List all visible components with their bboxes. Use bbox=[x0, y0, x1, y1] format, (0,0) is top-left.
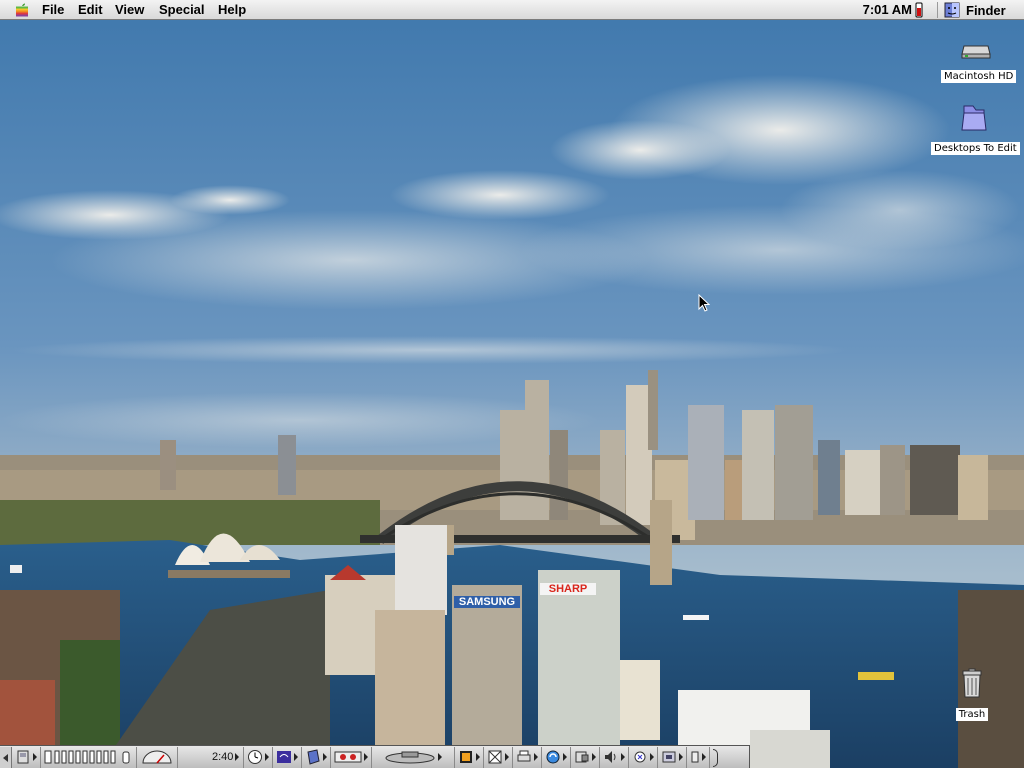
chevron-right-icon bbox=[592, 753, 597, 761]
time-module[interactable] bbox=[244, 746, 274, 768]
sydney-harbour-photo bbox=[0, 0, 1024, 768]
chevron-right-icon bbox=[438, 753, 443, 761]
chevron-right-icon bbox=[679, 753, 684, 761]
chevron-right-icon bbox=[294, 753, 299, 761]
hard-disk-icon bbox=[961, 45, 991, 59]
chevron-right-icon bbox=[563, 753, 568, 761]
monitor-icon bbox=[460, 751, 473, 763]
trash-label: Trash bbox=[955, 708, 989, 721]
monitor-module[interactable] bbox=[455, 746, 485, 768]
battery-time-module[interactable]: 2:40 bbox=[178, 746, 245, 768]
sharing-icon bbox=[334, 751, 362, 763]
speed-icon bbox=[142, 750, 172, 764]
menu-view[interactable]: View bbox=[115, 2, 144, 18]
location-icon bbox=[662, 751, 676, 763]
apple-logo-icon[interactable] bbox=[14, 2, 30, 18]
samsung-sign: SAMSUNG bbox=[454, 596, 520, 608]
file-sharing-module[interactable] bbox=[484, 746, 514, 768]
chevron-right-icon bbox=[702, 753, 707, 761]
web-sharing-module[interactable] bbox=[687, 746, 711, 768]
control-strip-scroll-left[interactable] bbox=[0, 746, 12, 768]
menu-edit[interactable]: Edit bbox=[78, 2, 103, 18]
file-sharing-icon bbox=[488, 750, 502, 764]
web-sharing-icon bbox=[691, 751, 699, 763]
chevron-right-icon bbox=[621, 753, 626, 761]
printer-module[interactable] bbox=[302, 746, 332, 768]
battery-time-readout: 2:40 bbox=[212, 751, 234, 763]
desktop-wallpaper bbox=[0, 0, 1024, 768]
chevron-right-icon bbox=[235, 753, 240, 761]
keychain-module[interactable] bbox=[571, 746, 601, 768]
battery-level-icon bbox=[44, 750, 52, 764]
sound-volume-module[interactable] bbox=[600, 746, 630, 768]
trash-can[interactable]: Trash bbox=[952, 668, 992, 721]
desktops-to-edit-folder[interactable]: Desktops To Edit bbox=[931, 102, 1020, 155]
desktop-printer-icon bbox=[517, 750, 531, 762]
finder-icon bbox=[944, 2, 960, 18]
macintosh-hd-icon[interactable]: Macintosh HD bbox=[941, 40, 1017, 83]
internet-module[interactable] bbox=[542, 746, 572, 768]
printer-icon bbox=[307, 749, 320, 765]
cd-icon bbox=[385, 751, 435, 764]
battery-gauge-icon bbox=[54, 750, 130, 764]
remote-access-module[interactable] bbox=[273, 746, 303, 768]
desktop-printer-module[interactable] bbox=[513, 746, 543, 768]
battery-icon[interactable] bbox=[914, 2, 924, 18]
speech-module[interactable] bbox=[629, 746, 659, 768]
chevron-right-icon bbox=[364, 753, 369, 761]
active-app-name: Finder bbox=[966, 2, 1006, 18]
remote-access-icon bbox=[277, 751, 292, 763]
chevron-right-icon bbox=[534, 753, 539, 761]
chevron-right-icon bbox=[265, 753, 270, 761]
application-menu[interactable]: Finder bbox=[944, 1, 1006, 19]
internet-icon bbox=[546, 750, 560, 764]
menu-file[interactable]: File bbox=[42, 2, 64, 18]
applescript-icon bbox=[17, 750, 29, 764]
location-module[interactable] bbox=[658, 746, 688, 768]
menu-special[interactable]: Special bbox=[159, 2, 205, 18]
chevron-right-icon bbox=[323, 753, 328, 761]
speech-icon bbox=[634, 751, 646, 763]
time-icon bbox=[248, 750, 263, 764]
menu-clock[interactable]: 7:01 AM bbox=[863, 2, 912, 17]
menu-separator bbox=[937, 2, 938, 18]
battery-module[interactable] bbox=[41, 746, 137, 768]
control-strip: 2:40 bbox=[0, 745, 750, 768]
cd-module[interactable] bbox=[372, 746, 456, 768]
control-strip-tab[interactable] bbox=[710, 747, 720, 768]
speed-module[interactable] bbox=[137, 746, 178, 768]
sound-volume-icon bbox=[605, 751, 616, 763]
desktops-to-edit-label: Desktops To Edit bbox=[931, 142, 1020, 155]
chevron-right-icon bbox=[505, 753, 510, 761]
applescript-module[interactable] bbox=[12, 746, 41, 768]
folder-icon bbox=[961, 105, 987, 131]
menu-bar: File Edit View Special Help 7:01 AM Find… bbox=[0, 0, 1024, 20]
trash-icon bbox=[962, 668, 982, 698]
chevron-right-icon bbox=[650, 753, 655, 761]
menu-help[interactable]: Help bbox=[218, 2, 246, 18]
keychain-icon bbox=[575, 751, 589, 763]
chevron-right-icon bbox=[476, 753, 481, 761]
macintosh-hd-label: Macintosh HD bbox=[941, 70, 1017, 83]
sharp-sign: SHARP bbox=[540, 583, 596, 595]
sharing-module[interactable] bbox=[331, 746, 373, 768]
mouse-pointer-icon bbox=[698, 294, 710, 312]
chevron-right-icon bbox=[33, 753, 37, 761]
